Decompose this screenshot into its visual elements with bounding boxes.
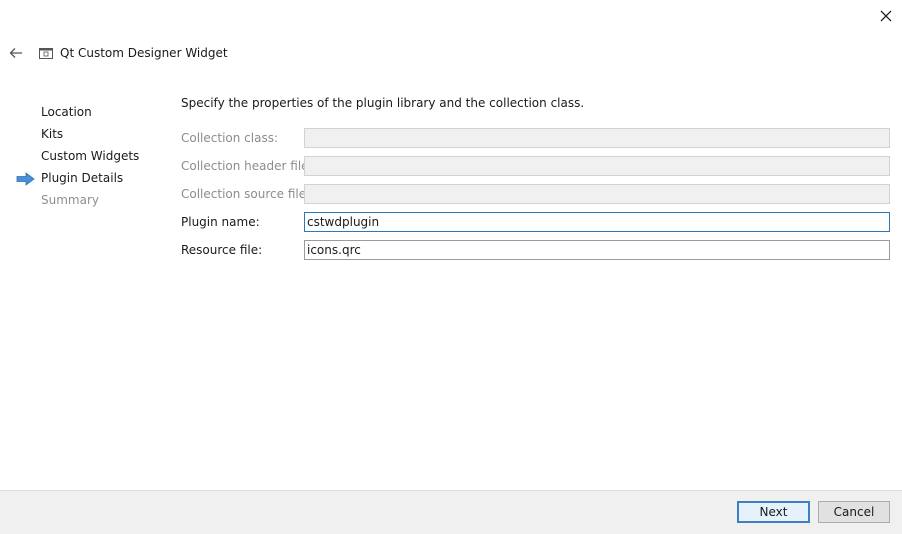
step-location: Location (41, 105, 92, 119)
plugin-name-label: Plugin name: (181, 215, 260, 229)
page-description: Specify the properties of the plugin lib… (181, 96, 585, 110)
collection-class-field[interactable] (304, 128, 890, 148)
collection-source-file-field[interactable] (304, 184, 890, 204)
wizard-icon (39, 48, 53, 59)
step-kits: Kits (41, 127, 64, 141)
resource-file-field[interactable] (304, 240, 890, 260)
collection-header-file-label: Collection header file: (181, 159, 313, 173)
step-custom-widgets: Custom Widgets (41, 149, 140, 163)
resource-file-label: Resource file: (181, 243, 263, 257)
step-summary: Summary (41, 193, 99, 207)
collection-source-file-label: Collection source file: (181, 187, 311, 201)
current-step-arrow-icon (16, 172, 35, 186)
collection-class-label: Collection class: (181, 131, 279, 145)
close-icon (880, 10, 892, 22)
next-button[interactable]: Next (737, 501, 810, 523)
close-button[interactable] (876, 6, 896, 26)
back-arrow-icon (9, 48, 22, 58)
step-plugin-details: Plugin Details (41, 171, 124, 185)
back-button[interactable] (6, 44, 26, 62)
collection-header-file-field[interactable] (304, 156, 890, 176)
wizard-footer: Next Cancel (0, 490, 902, 534)
cancel-button[interactable]: Cancel (818, 501, 890, 523)
plugin-name-field[interactable] (304, 212, 890, 232)
window-title: Qt Custom Designer Widget (60, 46, 228, 60)
